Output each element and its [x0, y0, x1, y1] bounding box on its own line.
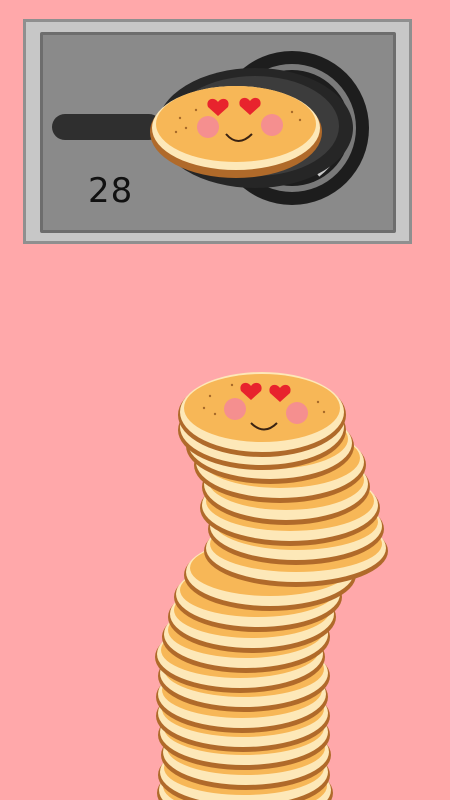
stacked-pancake: [178, 372, 346, 457]
pancake-stack[interactable]: [0, 0, 450, 800]
game-stage[interactable]: 28: [0, 0, 450, 800]
